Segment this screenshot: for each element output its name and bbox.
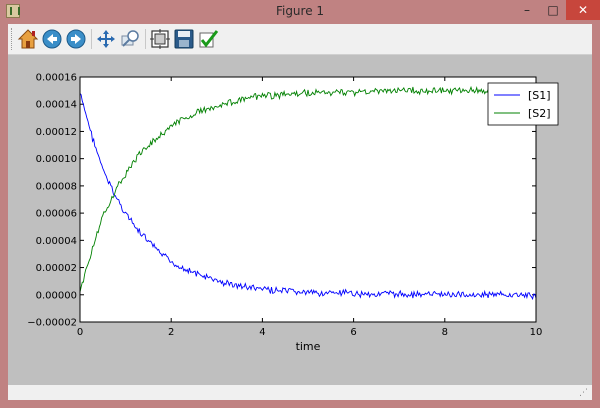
edit-button[interactable] — [197, 28, 219, 50]
legend-label: [S2] — [528, 107, 551, 120]
status-bar: ⋰ — [8, 385, 592, 400]
zoom-button[interactable] — [119, 28, 141, 50]
back-button[interactable] — [41, 28, 63, 50]
toolbar-separator — [145, 29, 146, 49]
minimize-button[interactable]: – — [514, 0, 540, 20]
pan-button[interactable] — [95, 28, 117, 50]
y-tick-label: 0.00010 — [36, 154, 77, 165]
title-bar[interactable]: Figure 1 – □ ✕ — [0, 0, 600, 24]
home-button[interactable] — [17, 28, 39, 50]
y-tick-label: −0.00002 — [27, 318, 77, 329]
window-title: Figure 1 — [275, 4, 325, 18]
forward-button[interactable] — [65, 28, 87, 50]
subplots-button[interactable] — [149, 28, 171, 50]
y-tick-label: 0.00016 — [36, 73, 77, 84]
home-icon — [17, 29, 39, 49]
navigation-toolbar — [8, 24, 592, 55]
x-tick-label: 10 — [530, 327, 543, 338]
subplots-icon — [150, 29, 170, 49]
back-icon — [42, 29, 62, 49]
x-tick-label: 4 — [259, 327, 265, 338]
save-icon — [174, 29, 194, 49]
x-tick-label: 6 — [350, 327, 356, 338]
close-button[interactable]: ✕ — [566, 0, 600, 20]
line-chart[interactable]: 0 2 4 6 8 10 −0.00002 0.00000 0.00002 0.00004 0.00… — [8, 55, 592, 385]
x-tick-label: 2 — [168, 327, 174, 338]
y-tick-label: 0.00002 — [36, 263, 77, 274]
y-tick-label: 0.00006 — [36, 209, 77, 220]
forward-icon — [66, 29, 86, 49]
zoom-icon — [121, 30, 139, 47]
x-tick-label: 8 — [442, 327, 448, 338]
legend-label: [S1] — [528, 89, 551, 102]
save-button[interactable] — [173, 28, 195, 50]
resize-grip-icon[interactable]: ⋰ — [579, 388, 588, 398]
maximize-button[interactable]: □ — [540, 0, 566, 20]
legend: [S1] [S2] — [487, 82, 559, 126]
y-tick-label: 0.00008 — [36, 181, 77, 192]
toolbar-grip[interactable] — [11, 28, 15, 50]
figure-canvas[interactable]: 0 2 4 6 8 10 −0.00002 0.00000 0.00002 0.00004 0.00… — [8, 55, 592, 385]
x-axis-label: time — [296, 340, 321, 353]
x-tick-label: 0 — [77, 327, 83, 338]
figure-window: Figure 1 – □ ✕ 0 2 4 6 8 10 −0.00002 0.0… — [0, 0, 600, 408]
y-tick-label: 0.00000 — [36, 290, 77, 301]
y-tick-label: 0.00014 — [36, 100, 77, 111]
axes-background — [80, 77, 536, 322]
y-tick-label: 0.00004 — [36, 236, 77, 247]
y-tick-label: 0.00012 — [36, 127, 77, 138]
toolbar-separator — [91, 29, 92, 49]
edit-icon — [199, 30, 219, 48]
pan-icon — [97, 30, 115, 48]
